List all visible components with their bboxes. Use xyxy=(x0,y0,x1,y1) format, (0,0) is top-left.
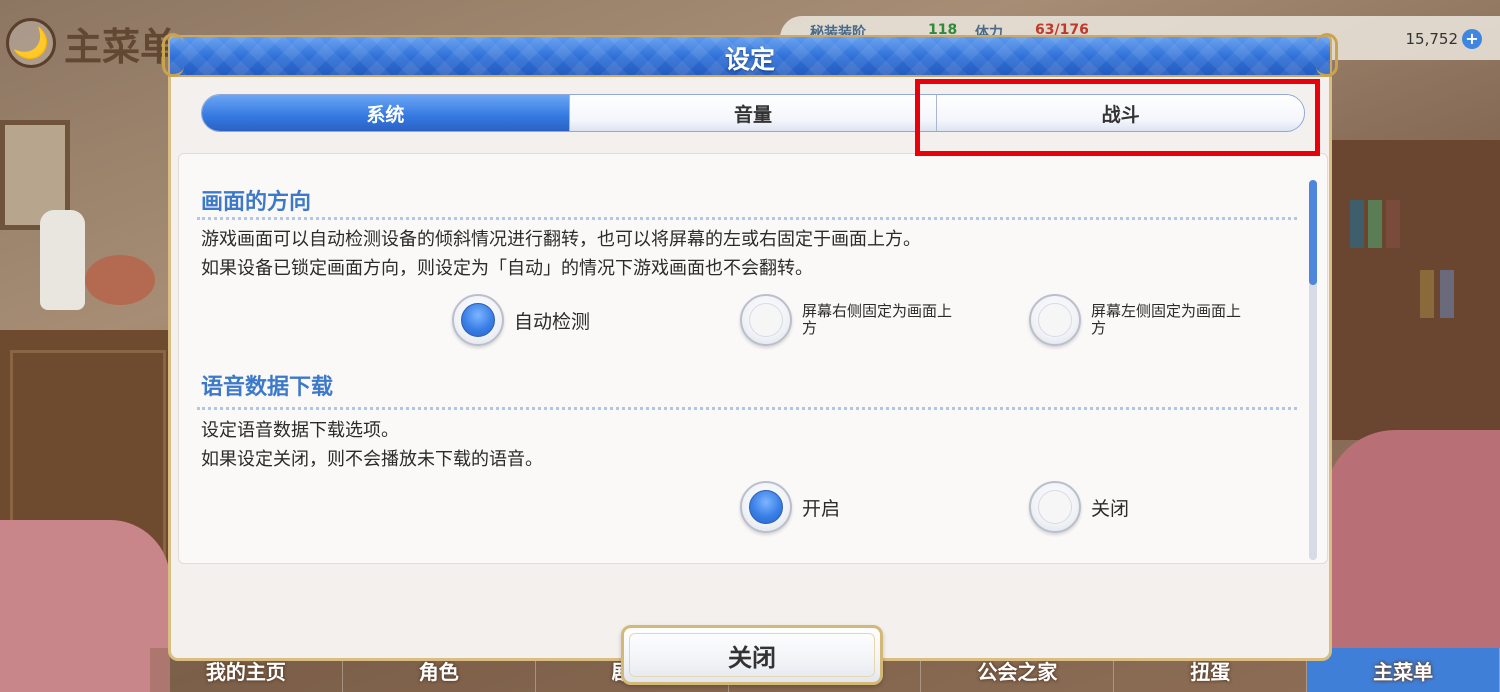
ornament-left-icon xyxy=(162,33,184,77)
radio-label: 开启 xyxy=(802,497,841,520)
section-divider xyxy=(197,217,1297,220)
orientation-description-2: 如果设备已锁定画面方向，则设定为「自动」的情况下游戏画面也不会翻转。 xyxy=(201,258,813,279)
battle-tab-highlight xyxy=(915,79,1320,156)
radio-auto-detect[interactable]: 自动检测 xyxy=(452,294,590,346)
scrollbar-thumb[interactable] xyxy=(1309,180,1317,285)
radio-circle[interactable] xyxy=(1029,294,1081,346)
background-jug xyxy=(40,210,85,310)
radio-voice-on[interactable]: 开启 xyxy=(740,481,840,533)
voice-description-2: 如果设定关闭，则不会播放未下载的语音。 xyxy=(201,449,543,470)
settings-dialog: 设定 系统 音量 战斗 画面的方向 游戏画面可以自动检测设备的倾斜情况进行翻转，… xyxy=(162,33,1338,685)
content-scrollbar[interactable] xyxy=(1309,180,1317,560)
radio-circle[interactable] xyxy=(740,294,792,346)
orientation-description-1: 游戏画面可以自动检测设备的倾斜情况进行翻转，也可以将屏幕的左或右固定于画面上方。 xyxy=(201,229,921,250)
swirl-logo-icon: 🌙 xyxy=(6,18,56,68)
dialog-body: 系统 音量 战斗 画面的方向 游戏画面可以自动检测设备的倾斜情况进行翻转，也可以… xyxy=(168,77,1332,685)
jewel-count: 15,752 xyxy=(1405,30,1459,48)
main-menu-title: 主菜单 xyxy=(64,23,179,69)
background-bookshelf xyxy=(1330,140,1500,440)
radio-label: 关闭 xyxy=(1091,497,1130,520)
section-divider xyxy=(197,407,1297,410)
radio-label: 屏幕左侧固定为画面上方 xyxy=(1091,302,1242,337)
ornament-right-icon xyxy=(1316,33,1338,77)
voice-description-1: 设定语音数据下载选项。 xyxy=(201,420,399,441)
main-menu-brand: 🌙 主菜单 xyxy=(6,18,179,69)
radio-right-side-up[interactable]: 屏幕右侧固定为画面上方 xyxy=(740,294,952,346)
section-title-orientation: 画面的方向 xyxy=(201,190,312,215)
tab-volume[interactable]: 音量 xyxy=(569,95,938,131)
radio-label: 自动检测 xyxy=(514,310,591,333)
radio-circle[interactable] xyxy=(1029,481,1081,533)
dialog-header: 设定 xyxy=(168,35,1332,77)
radio-left-side-up[interactable]: 屏幕左侧固定为画面上方 xyxy=(1029,294,1241,346)
dialog-title: 设定 xyxy=(724,45,775,74)
radio-voice-off[interactable]: 关闭 xyxy=(1029,481,1129,533)
background-plant xyxy=(85,255,155,305)
tab-system[interactable]: 系统 xyxy=(202,95,570,131)
radio-label: 屏幕右侧固定为画面上方 xyxy=(802,302,953,337)
nav-main-menu[interactable]: 主菜单 xyxy=(1307,648,1500,692)
close-button[interactable]: 关闭 xyxy=(621,625,883,685)
settings-content-panel: 画面的方向 游戏画面可以自动检测设备的倾斜情况进行翻转，也可以将屏幕的左或右固定… xyxy=(178,153,1328,564)
section-title-voice-download: 语音数据下载 xyxy=(201,375,334,400)
radio-circle[interactable] xyxy=(452,294,504,346)
add-jewels-icon[interactable]: + xyxy=(1462,29,1482,49)
jewel-counter: 15,752 + xyxy=(1405,29,1482,49)
background-armchair-left xyxy=(0,520,170,692)
radio-circle[interactable] xyxy=(740,481,792,533)
